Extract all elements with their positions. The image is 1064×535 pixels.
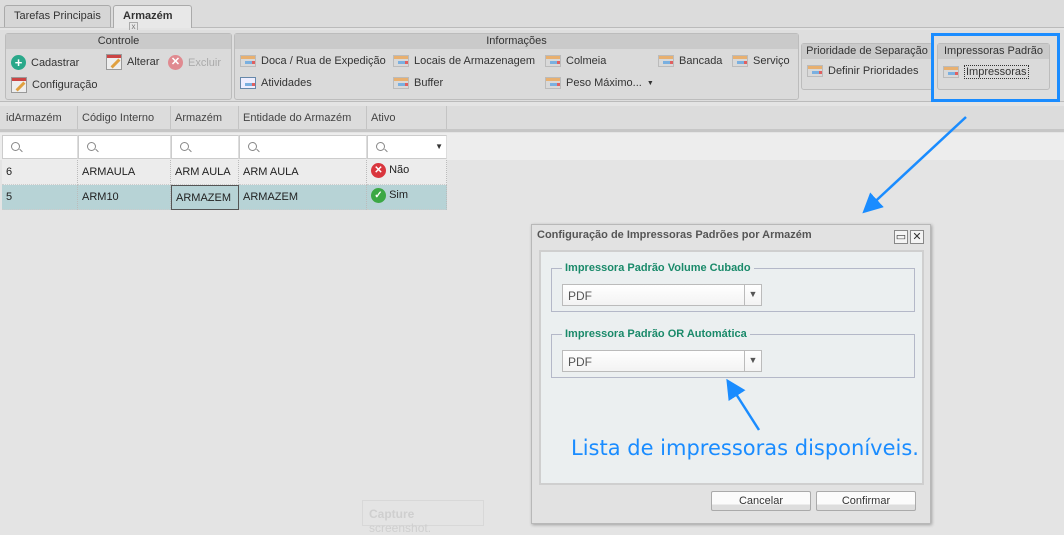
- arrow-to-dialog: [862, 116, 967, 214]
- annotation-arrows: [726, 116, 967, 431]
- arrow-to-select: [726, 378, 761, 431]
